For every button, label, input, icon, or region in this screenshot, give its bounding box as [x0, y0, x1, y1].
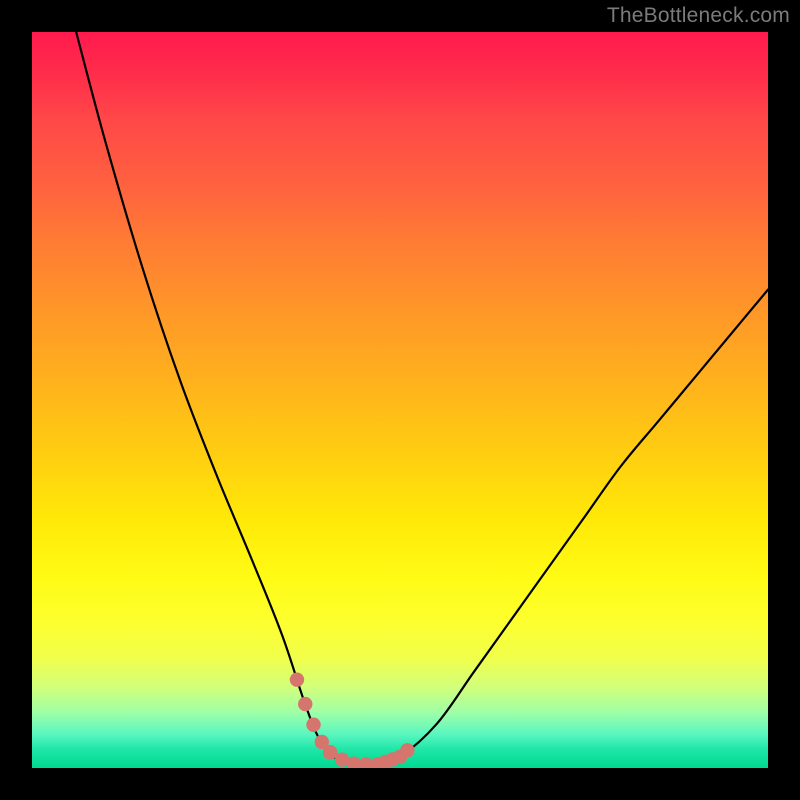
dotted-marker	[323, 745, 337, 759]
dotted-marker	[298, 697, 312, 711]
curve-path	[76, 32, 768, 765]
dotted-marker	[290, 672, 304, 686]
dotted-marker	[306, 718, 320, 732]
dotted-overlay	[290, 672, 415, 768]
bottleneck-curve	[76, 32, 768, 765]
outer-frame: TheBottleneck.com	[0, 0, 800, 800]
dotted-marker	[400, 743, 414, 757]
watermark-text: TheBottleneck.com	[607, 4, 790, 28]
plot-area	[32, 32, 768, 768]
curve-layer	[32, 32, 768, 768]
